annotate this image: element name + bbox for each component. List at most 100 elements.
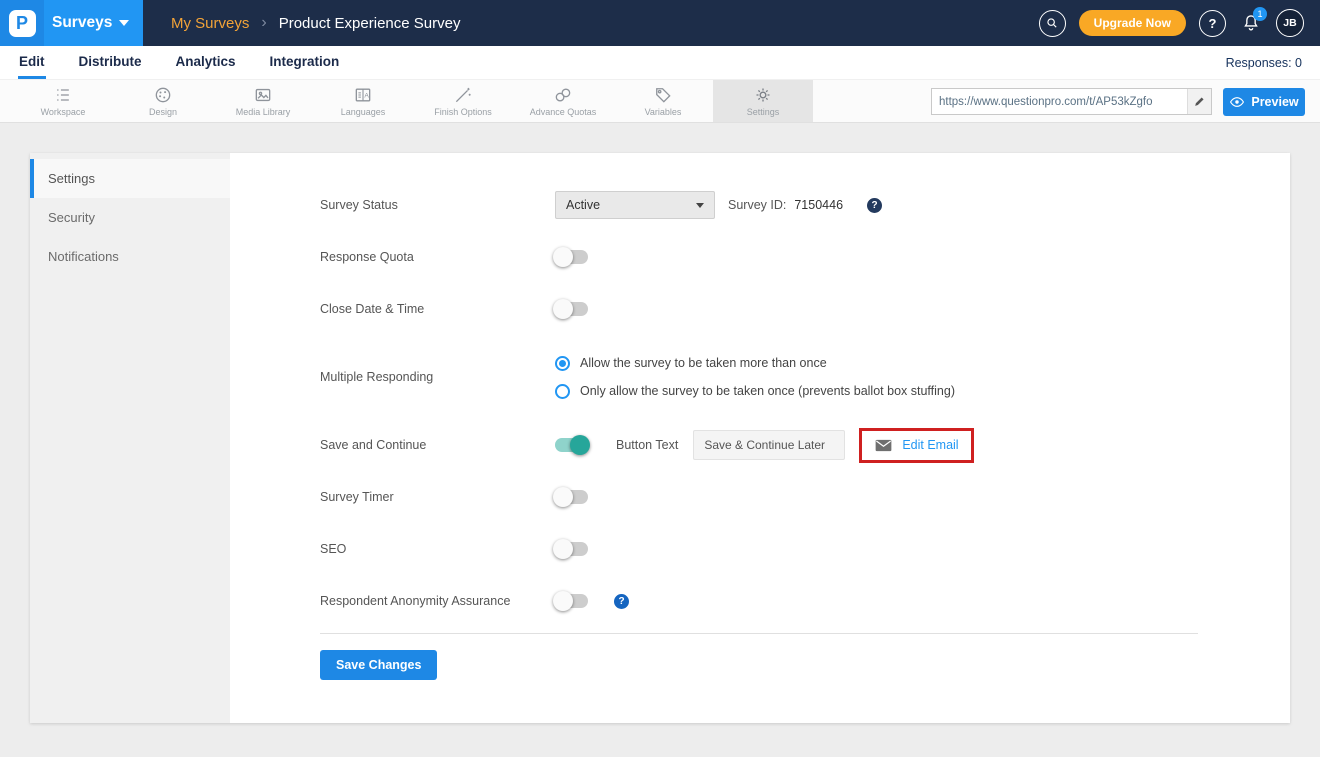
radio-only-once-label: Only allow the survey to be taken once (… — [580, 384, 955, 398]
radio-allow-multiple[interactable]: Allow the survey to be taken more than o… — [555, 356, 827, 371]
preview-button[interactable]: Preview — [1223, 88, 1305, 116]
survey-status-row: Survey Status Active Survey ID: 7150446 … — [320, 179, 1198, 231]
settings-sidebar: Settings Security Notifications — [30, 153, 230, 723]
response-quota-row: Response Quota — [320, 231, 1198, 283]
sidebar-item-security[interactable]: Security — [30, 198, 230, 237]
save-and-continue-toggle[interactable] — [555, 438, 588, 452]
toolbar-item-variables[interactable]: Variables — [613, 80, 713, 122]
radio-unselected-icon — [555, 384, 570, 399]
respondent-anonymity-label: Respondent Anonymity Assurance — [320, 594, 555, 608]
toolbar-item-languages[interactable]: A Languages — [313, 80, 413, 122]
variables-icon — [653, 85, 673, 105]
toolbar-items: Workspace Design Media Library A Languag… — [13, 80, 813, 122]
seo-row: SEO — [320, 523, 1198, 575]
workspace-icon — [53, 85, 73, 105]
survey-status-label: Survey Status — [320, 198, 555, 212]
radio-only-once[interactable]: Only allow the survey to be taken once (… — [555, 384, 955, 399]
settings-form: Survey Status Active Survey ID: 7150446 … — [230, 153, 1290, 723]
languages-icon: A — [353, 85, 373, 105]
toolbar-item-label: Media Library — [236, 107, 291, 117]
tab-edit[interactable]: Edit — [18, 46, 46, 79]
search-button[interactable] — [1039, 10, 1066, 37]
breadcrumb: My Surveys › Product Experience Survey — [171, 14, 460, 32]
survey-id-label: Survey ID: — [728, 198, 786, 212]
toolbar-item-workspace[interactable]: Workspace — [13, 80, 113, 122]
edit-email-link[interactable]: Edit Email — [902, 438, 958, 452]
responses-count: Responses: 0 — [1226, 56, 1302, 70]
button-text-input[interactable] — [693, 430, 845, 460]
button-text-label: Button Text — [616, 438, 678, 452]
toggle-knob — [553, 299, 573, 319]
toggle-knob — [553, 247, 573, 267]
toolbar-item-label: Advance Quotas — [530, 107, 597, 117]
survey-timer-row: Survey Timer — [320, 471, 1198, 523]
seo-label: SEO — [320, 542, 555, 556]
multiple-responding-row: Multiple Responding Allow the survey to … — [320, 335, 1198, 419]
primary-nav: Edit Distribute Analytics Integration Re… — [0, 46, 1320, 79]
survey-id-value: 7150446 — [794, 198, 843, 212]
topbar: P Surveys My Surveys › Product Experienc… — [0, 0, 1320, 46]
tab-distribute[interactable]: Distribute — [78, 46, 143, 79]
edit-toolbar: Workspace Design Media Library A Languag… — [0, 79, 1320, 123]
tab-integration[interactable]: Integration — [269, 46, 341, 79]
survey-url-input[interactable] — [932, 96, 1187, 108]
respondent-anonymity-toggle[interactable] — [555, 594, 588, 608]
response-quota-toggle[interactable] — [555, 250, 588, 264]
tab-analytics[interactable]: Analytics — [175, 46, 237, 79]
close-date-time-toggle[interactable] — [555, 302, 588, 316]
svg-text:A: A — [364, 92, 369, 99]
anonymity-help-icon[interactable]: ? — [614, 594, 629, 609]
toolbar-item-label: Workspace — [41, 107, 86, 117]
toolbar-item-label: Languages — [341, 107, 386, 117]
preview-button-label: Preview — [1251, 95, 1298, 109]
question-mark-icon: ? — [1209, 16, 1217, 31]
survey-status-value: Active — [566, 198, 600, 212]
breadcrumb-separator-icon: › — [261, 14, 266, 32]
settings-card: Settings Security Notifications Survey S… — [30, 153, 1290, 723]
surveys-menu-label: Surveys — [52, 14, 112, 32]
upgrade-now-button[interactable]: Upgrade Now — [1079, 10, 1186, 36]
response-quota-label: Response Quota — [320, 250, 555, 264]
toolbar-item-finish-options[interactable]: Finish Options — [413, 80, 513, 122]
help-button[interactable]: ? — [1199, 10, 1226, 37]
survey-url-field — [931, 88, 1212, 115]
breadcrumb-my-surveys[interactable]: My Surveys — [171, 15, 249, 32]
logo-letter: P — [9, 10, 36, 37]
form-divider — [320, 633, 1198, 634]
edit-url-button[interactable] — [1187, 89, 1211, 114]
radio-selected-icon — [555, 356, 570, 371]
design-icon — [153, 85, 173, 105]
toolbar-item-media-library[interactable]: Media Library — [213, 80, 313, 122]
close-date-time-label: Close Date & Time — [320, 302, 555, 316]
seo-toggle[interactable] — [555, 542, 588, 556]
app-switcher[interactable]: P Surveys — [0, 0, 143, 46]
survey-id-help-icon[interactable]: ? — [867, 198, 882, 213]
respondent-anonymity-row: Respondent Anonymity Assurance ? — [320, 575, 1198, 627]
toolbar-item-advance-quotas[interactable]: Advance Quotas — [513, 80, 613, 122]
edit-email-annotation-highlight: Edit Email — [859, 428, 973, 463]
toolbar-item-design[interactable]: Design — [113, 80, 213, 122]
surveys-menu[interactable]: Surveys — [52, 14, 129, 32]
topbar-actions: Upgrade Now ? 1 JB — [1039, 9, 1320, 37]
close-date-time-row: Close Date & Time — [320, 283, 1198, 335]
save-changes-button[interactable]: Save Changes — [320, 650, 437, 680]
survey-timer-toggle[interactable] — [555, 490, 588, 504]
survey-status-select[interactable]: Active — [555, 191, 715, 219]
toggle-knob — [570, 435, 590, 455]
settings-icon — [753, 85, 773, 105]
user-avatar[interactable]: JB — [1276, 9, 1304, 37]
toggle-knob — [553, 487, 573, 507]
breadcrumb-current-survey: Product Experience Survey — [279, 15, 461, 32]
advance-quotas-icon — [553, 85, 573, 105]
toggle-knob — [553, 539, 573, 559]
search-icon — [1045, 16, 1059, 30]
envelope-icon — [874, 438, 893, 453]
eye-icon — [1229, 94, 1245, 110]
chevron-down-icon — [696, 203, 704, 208]
toolbar-item-label: Finish Options — [434, 107, 492, 117]
toolbar-item-settings[interactable]: Settings — [713, 80, 813, 122]
notifications-button[interactable]: 1 — [1239, 11, 1263, 35]
radio-allow-multiple-label: Allow the survey to be taken more than o… — [580, 356, 827, 370]
sidebar-item-settings[interactable]: Settings — [30, 159, 230, 198]
sidebar-item-notifications[interactable]: Notifications — [30, 237, 230, 276]
